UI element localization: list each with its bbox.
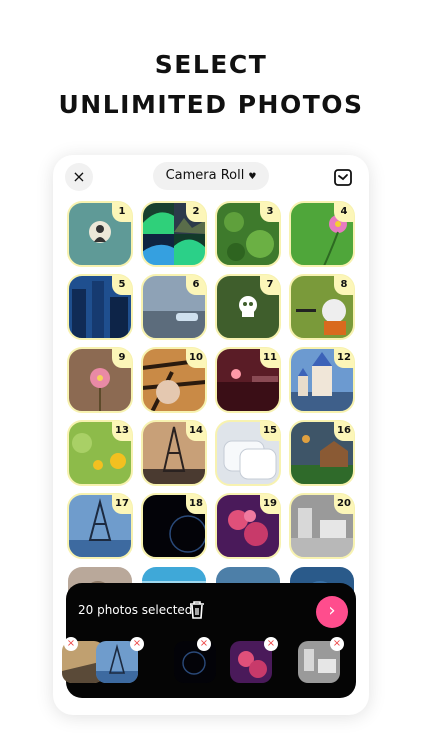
- selection-number: 18: [186, 494, 206, 514]
- selection-number: 20: [334, 494, 354, 514]
- picker-topbar: × Camera Roll ♥: [53, 155, 369, 199]
- selection-number: 11: [260, 348, 280, 368]
- selection-tray: 20 photos selected › × × × × ×: [62, 583, 356, 698]
- photo-tile[interactable]: 1: [67, 201, 133, 267]
- photo-tile[interactable]: 9: [67, 347, 133, 413]
- selection-number: 15: [260, 421, 280, 441]
- photo-tile[interactable]: 15: [215, 420, 281, 486]
- selection-number: 9: [112, 348, 132, 368]
- trash-icon[interactable]: [188, 600, 206, 620]
- select-toggle-icon[interactable]: [329, 163, 357, 191]
- remove-photo-button[interactable]: ×: [130, 637, 144, 651]
- photo-tile[interactable]: 6: [141, 274, 207, 340]
- selection-number: 3: [260, 202, 280, 222]
- selection-number: 10: [186, 348, 206, 368]
- remove-photo-button[interactable]: ×: [64, 637, 78, 651]
- photo-tile[interactable]: 7: [215, 274, 281, 340]
- photo-tile[interactable]: 13: [67, 420, 133, 486]
- photo-tile[interactable]: 2: [141, 201, 207, 267]
- selection-number: 8: [334, 275, 354, 295]
- photo-tile[interactable]: 14: [141, 420, 207, 486]
- next-button[interactable]: ›: [316, 596, 348, 628]
- selection-number: 17: [112, 494, 132, 514]
- selected-count-label: 20 photos selected: [78, 603, 193, 617]
- album-label: Camera Roll: [165, 168, 245, 183]
- close-button[interactable]: ×: [65, 163, 93, 191]
- photo-tile[interactable]: 16: [289, 420, 355, 486]
- photo-tile[interactable]: 20: [289, 493, 355, 559]
- selection-number: 4: [334, 202, 354, 222]
- selection-number: 5: [112, 275, 132, 295]
- photo-tile[interactable]: 18: [141, 493, 207, 559]
- photo-tile[interactable]: 4: [289, 201, 355, 267]
- selection-number: 1: [112, 202, 132, 222]
- photo-tile[interactable]: 11: [215, 347, 281, 413]
- selection-number: 16: [334, 421, 354, 441]
- selection-number: 13: [112, 421, 132, 441]
- photo-tile[interactable]: 17: [67, 493, 133, 559]
- headline-line2: UNLIMITED PHOTOS: [58, 90, 364, 119]
- remove-photo-button[interactable]: ×: [264, 637, 278, 651]
- photo-tile[interactable]: 12: [289, 347, 355, 413]
- selection-number: 19: [260, 494, 280, 514]
- remove-photo-button[interactable]: ×: [197, 637, 211, 651]
- photo-tile[interactable]: 3: [215, 201, 281, 267]
- selection-number: 14: [186, 421, 206, 441]
- album-selector[interactable]: Camera Roll ♥: [153, 162, 269, 190]
- selection-number: 2: [186, 202, 206, 222]
- headline-line1: SELECT: [154, 50, 268, 79]
- remove-photo-button[interactable]: ×: [330, 637, 344, 651]
- selection-number: 6: [186, 275, 206, 295]
- selection-number: 12: [334, 348, 354, 368]
- selection-number: 7: [260, 275, 280, 295]
- photo-tile[interactable]: 19: [215, 493, 281, 559]
- photo-tile[interactable]: 10: [141, 347, 207, 413]
- photo-tile[interactable]: 5: [67, 274, 133, 340]
- photo-tile[interactable]: 8: [289, 274, 355, 340]
- caret-down-icon: ♥: [248, 172, 257, 182]
